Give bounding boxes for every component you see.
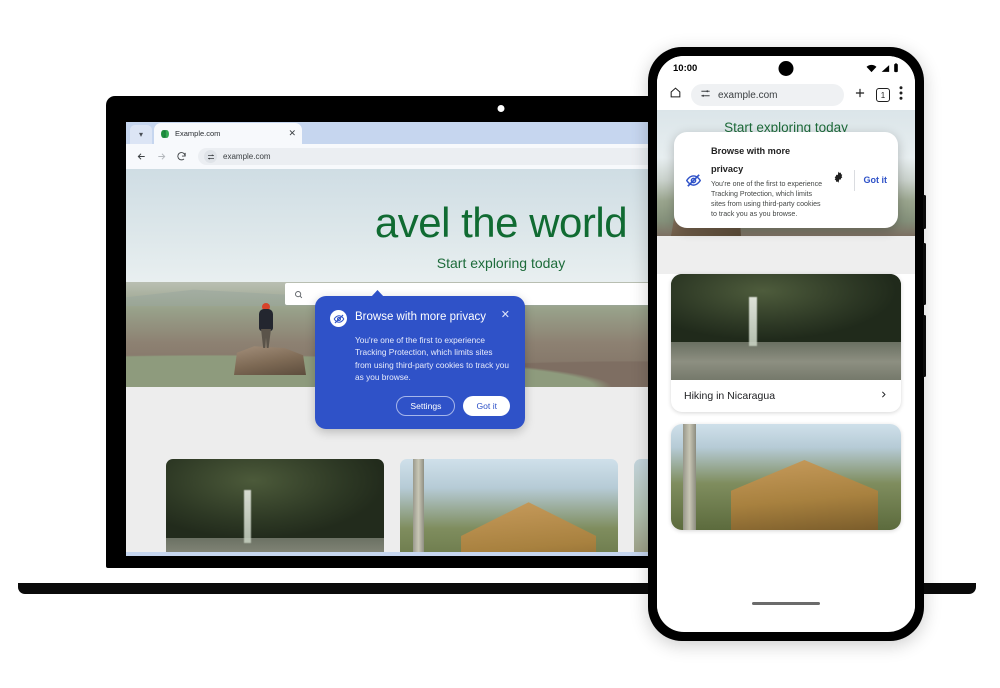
browser-tab-title: Example.com — [175, 129, 221, 138]
list-item[interactable] — [671, 424, 901, 530]
tune-sliders-icon[interactable] — [204, 150, 217, 163]
phone-volume-button[interactable] — [923, 315, 926, 377]
front-camera-icon — [778, 61, 794, 76]
example-favicon-icon — [161, 129, 169, 138]
dialog-title: Browse with more privacy — [711, 146, 791, 174]
search-icon — [295, 290, 303, 298]
webcam-dot-icon — [497, 105, 505, 112]
tracking-protection-dialog: Browse with more privacy ✕ You're one of… — [315, 290, 525, 429]
dialog-actions: Got it — [832, 169, 888, 191]
dialog-body-text: You're one of the first to experience Tr… — [711, 180, 823, 219]
phone-browser-toolbar: example.com 1 — [657, 80, 915, 110]
waterfall-hiker-image — [671, 274, 901, 380]
cellular-signal-icon — [881, 64, 890, 72]
phone-power-button[interactable] — [923, 243, 926, 305]
dialog-header: Browse with more privacy ✕ — [330, 310, 510, 327]
reload-icon[interactable] — [176, 151, 187, 162]
wifi-icon — [866, 64, 877, 72]
log-cabin-card[interactable] — [400, 459, 618, 552]
hero-hiker-figure — [257, 303, 275, 348]
home-indicator-icon[interactable] — [752, 602, 820, 605]
battery-icon — [894, 63, 898, 73]
tab-count-button[interactable]: 1 — [876, 88, 890, 102]
hiker-legs — [261, 329, 271, 348]
dialog-text-block: Browse with more privacy You're one of t… — [711, 141, 823, 219]
gear-icon[interactable] — [832, 171, 845, 189]
dialog-title: Browse with more privacy — [355, 311, 487, 323]
status-bar: 10:00 — [657, 56, 915, 80]
more-vert-icon[interactable] — [899, 85, 903, 105]
status-time: 10:00 — [673, 62, 698, 74]
chevron-down-icon[interactable]: ▾ — [130, 125, 152, 144]
list-item-label: Hiking in Nicaragua — [684, 390, 776, 402]
forward-arrow-icon — [156, 151, 167, 162]
browser-tab[interactable]: Example.com ✕ — [154, 123, 302, 144]
close-icon[interactable]: ✕ — [501, 310, 510, 321]
phone-section-gap — [657, 236, 915, 274]
tune-sliders-icon[interactable] — [700, 86, 711, 104]
phone-side-button-top[interactable] — [923, 195, 926, 229]
close-icon[interactable]: ✕ — [288, 129, 296, 138]
phone-omnibox-url-text: example.com — [718, 89, 778, 101]
dialog-body-text: You're one of the first to experience Tr… — [355, 335, 510, 383]
chevron-right-icon[interactable] — [879, 390, 888, 402]
got-it-button[interactable]: Got it — [463, 395, 510, 416]
screenshot-canvas: ▾ Example.com ✕ example.com avel the wor… — [0, 0, 1000, 688]
phone-device: 10:00 example.com 1 Start exploring toda… — [648, 47, 926, 641]
phone-omnibox[interactable]: example.com — [691, 84, 844, 106]
eye-slash-icon — [685, 172, 702, 189]
divider — [853, 169, 855, 191]
waterfall-hiker-card[interactable] — [166, 459, 384, 552]
phone-screen: 10:00 example.com 1 Start exploring toda… — [657, 56, 915, 632]
settings-button[interactable]: Settings — [396, 395, 456, 416]
status-icons — [866, 63, 899, 73]
hiker-jacket — [259, 309, 273, 331]
plus-icon[interactable] — [853, 86, 867, 105]
list-item[interactable]: Hiking in Nicaragua — [671, 274, 901, 412]
got-it-button[interactable]: Got it — [864, 175, 888, 185]
tracking-protection-dialog: Browse with more privacy You're one of t… — [674, 132, 898, 229]
dialog-actions: Settings Got it — [330, 395, 510, 416]
back-arrow-icon[interactable] — [136, 151, 147, 162]
omnibox-url-text: example.com — [223, 152, 271, 161]
home-icon[interactable] — [669, 86, 682, 104]
phone-card-row: Hiking in Nicaragua — [671, 380, 901, 412]
log-cabin-image — [671, 424, 901, 530]
eye-slash-icon — [330, 310, 347, 327]
